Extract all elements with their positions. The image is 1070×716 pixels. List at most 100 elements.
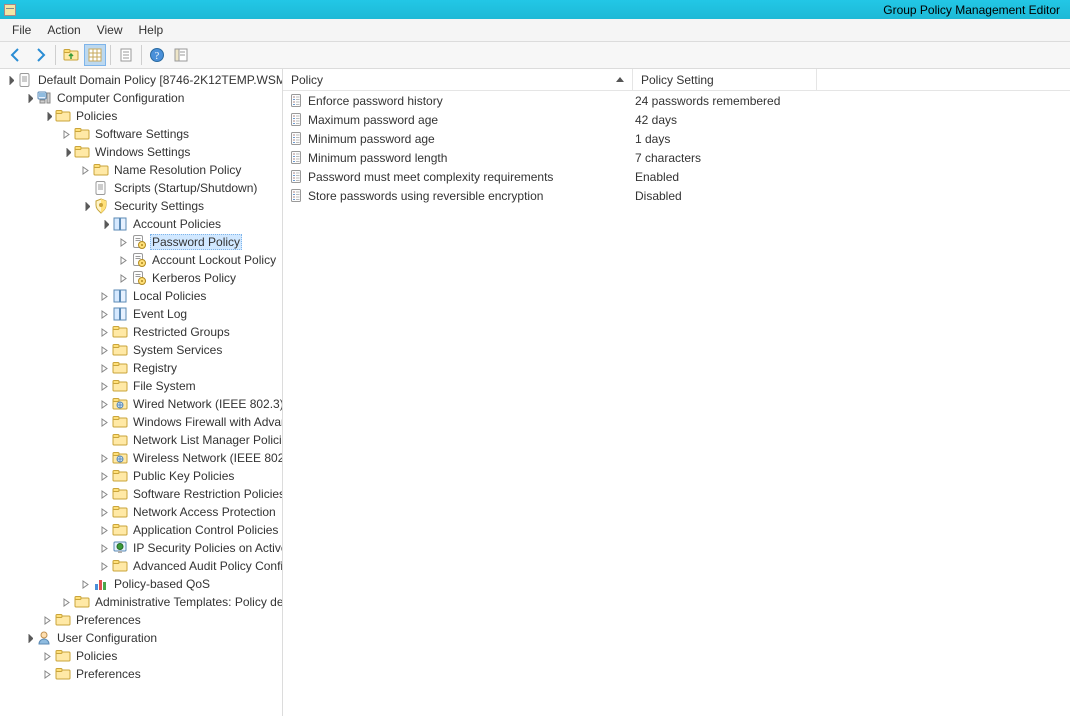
tree-item-cc-policies[interactable]: Policies — [0, 107, 282, 125]
tree-item-computer-configuration[interactable]: Computer Configuration — [0, 89, 282, 107]
tree-item-event-log[interactable]: Event Log — [0, 305, 282, 323]
show-tree-button[interactable] — [84, 44, 106, 66]
expand-icon[interactable] — [41, 614, 53, 626]
list-row[interactable]: Minimum password age1 days — [283, 129, 1070, 148]
list-row[interactable]: Enforce password history24 passwords rem… — [283, 91, 1070, 110]
tree-item-root[interactable]: Default Domain Policy [8746-2K12TEMP.WSM… — [0, 71, 282, 89]
tree-item-cc-preferences[interactable]: Preferences — [0, 611, 282, 629]
expand-icon[interactable] — [98, 524, 110, 536]
list-row[interactable]: Store passwords using reversible encrypt… — [283, 186, 1070, 205]
toolbar — [0, 42, 1070, 68]
expand-icon[interactable] — [98, 380, 110, 392]
tree-item-windows-firewall[interactable]: Windows Firewall with Advanc — [0, 413, 282, 431]
menu-file[interactable]: File — [4, 21, 39, 39]
tree-item-label: Administrative Templates: Policy defin — [93, 595, 283, 609]
tree-item-windows-settings[interactable]: Windows Settings — [0, 143, 282, 161]
tree-item-label: User Configuration — [55, 631, 159, 645]
expand-icon[interactable] — [98, 290, 110, 302]
system-menu-icon[interactable] — [4, 4, 16, 16]
expand-icon[interactable] — [117, 236, 129, 248]
properties-button[interactable] — [115, 44, 137, 66]
tree-item-restricted-groups[interactable]: Restricted Groups — [0, 323, 282, 341]
list-row[interactable]: Maximum password age42 days — [283, 110, 1070, 129]
policy-setting: Disabled — [635, 189, 682, 203]
tree-item-wired-network[interactable]: Wired Network (IEEE 802.3) Pol — [0, 395, 282, 413]
column-policy[interactable]: Policy — [283, 69, 633, 90]
collapse-icon[interactable] — [98, 218, 110, 230]
up-button[interactable] — [60, 44, 82, 66]
expand-icon[interactable] — [79, 578, 91, 590]
tree-item-security-settings[interactable]: Security Settings — [0, 197, 282, 215]
expand-icon[interactable] — [98, 362, 110, 374]
tree-item-system-services[interactable]: System Services — [0, 341, 282, 359]
tree-item-kerberos-policy[interactable]: Kerberos Policy — [0, 269, 282, 287]
expand-icon[interactable] — [98, 326, 110, 338]
expand-icon[interactable] — [117, 254, 129, 266]
collapse-icon[interactable] — [41, 110, 53, 122]
tree-item-account-lockout-policy[interactable]: Account Lockout Policy — [0, 251, 282, 269]
list-row[interactable]: Minimum password length7 characters — [283, 148, 1070, 167]
expand-icon[interactable] — [98, 506, 110, 518]
back-button[interactable] — [5, 44, 27, 66]
tree-item-software-settings[interactable]: Software Settings — [0, 125, 282, 143]
tree-item-uc-preferences[interactable]: Preferences — [0, 665, 282, 683]
tree-item-password-policy[interactable]: Password Policy — [0, 233, 282, 251]
tree-item-ip-security-policies[interactable]: IP Security Policies on Active D — [0, 539, 282, 557]
column-setting[interactable]: Policy Setting — [633, 69, 817, 90]
menu-view[interactable]: View — [89, 21, 131, 39]
tree-item-label: System Services — [131, 343, 224, 357]
tree-item-administrative-templates[interactable]: Administrative Templates: Policy defin — [0, 593, 282, 611]
tree-item-network-list-manager[interactable]: Network List Manager Policies — [0, 431, 282, 449]
collapse-icon[interactable] — [22, 92, 34, 104]
expand-icon[interactable] — [98, 308, 110, 320]
expand-icon[interactable] — [98, 542, 110, 554]
expand-icon[interactable] — [98, 488, 110, 500]
expand-icon[interactable] — [60, 596, 72, 608]
menu-action[interactable]: Action — [39, 21, 88, 39]
column-blank[interactable] — [817, 69, 1070, 90]
tree-item-label: Local Policies — [131, 289, 208, 303]
tree-item-public-key-policies[interactable]: Public Key Policies — [0, 467, 282, 485]
list-pane[interactable]: Policy Policy Setting Enforce password h… — [283, 69, 1070, 716]
tree-item-local-policies[interactable]: Local Policies — [0, 287, 282, 305]
tree-item-network-access-protection[interactable]: Network Access Protection — [0, 503, 282, 521]
collapse-icon[interactable] — [3, 74, 15, 86]
show-description-button[interactable] — [170, 44, 192, 66]
tree-item-uc-policies[interactable]: Policies — [0, 647, 282, 665]
tree-item-application-control-policies[interactable]: Application Control Policies — [0, 521, 282, 539]
expand-icon[interactable] — [98, 344, 110, 356]
expand-icon[interactable] — [98, 398, 110, 410]
collapse-icon[interactable] — [79, 200, 91, 212]
expand-icon[interactable] — [98, 470, 110, 482]
expand-icon[interactable] — [98, 416, 110, 428]
folder-icon — [55, 108, 71, 124]
collapse-icon[interactable] — [22, 632, 34, 644]
expand-icon[interactable] — [98, 452, 110, 464]
tree-item-advanced-audit-policy[interactable]: Advanced Audit Policy Config — [0, 557, 282, 575]
tree-item-registry[interactable]: Registry — [0, 359, 282, 377]
tree-item-file-system[interactable]: File System — [0, 377, 282, 395]
scroll-gear-icon — [131, 252, 147, 268]
menu-help[interactable]: Help — [131, 21, 172, 39]
expand-icon[interactable] — [41, 668, 53, 680]
tree-pane[interactable]: Default Domain Policy [8746-2K12TEMP.WSM… — [0, 69, 283, 716]
tree-item-scripts[interactable]: Scripts (Startup/Shutdown) — [0, 179, 282, 197]
expand-icon[interactable] — [117, 272, 129, 284]
forward-button[interactable] — [29, 44, 51, 66]
list-row[interactable]: Password must meet complexity requiremen… — [283, 167, 1070, 186]
tree-item-software-restriction-policies[interactable]: Software Restriction Policies — [0, 485, 282, 503]
tree-item-wireless-network[interactable]: Wireless Network (IEEE 802.11) — [0, 449, 282, 467]
policy-setting: Enabled — [635, 170, 679, 184]
tree-item-account-policies[interactable]: Account Policies — [0, 215, 282, 233]
expand-icon[interactable] — [60, 128, 72, 140]
collapse-icon[interactable] — [60, 146, 72, 158]
help-button[interactable] — [146, 44, 168, 66]
expand-icon[interactable] — [98, 560, 110, 572]
expand-icon[interactable] — [41, 650, 53, 662]
tree-item-label: Wireless Network (IEEE 802.11) — [131, 451, 283, 465]
tree-item-name-resolution-policy[interactable]: Name Resolution Policy — [0, 161, 282, 179]
expand-icon[interactable] — [79, 164, 91, 176]
tree-item-user-configuration[interactable]: User Configuration — [0, 629, 282, 647]
tree-item-policy-based-qos[interactable]: Policy-based QoS — [0, 575, 282, 593]
scroll-icon — [93, 180, 109, 196]
